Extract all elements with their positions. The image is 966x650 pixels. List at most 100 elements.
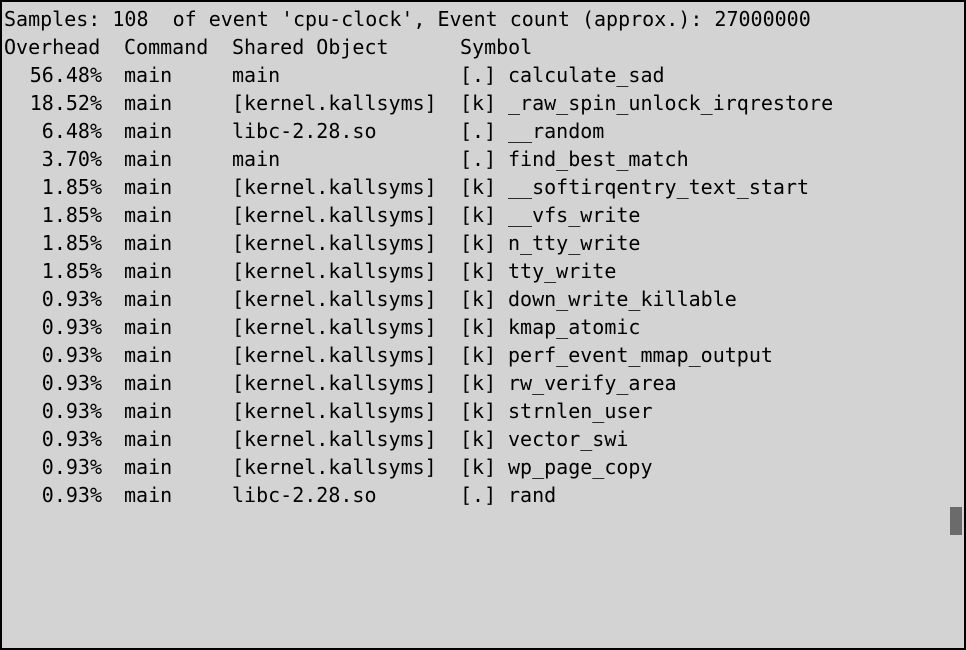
command-cell: main bbox=[124, 483, 173, 507]
overhead-cell: 0.93% bbox=[41, 399, 102, 423]
table-row[interactable]: 0.93% main [kernel.kallsyms] [k] down_write_… bbox=[4, 285, 954, 313]
command-cell: main bbox=[124, 343, 173, 367]
table-row[interactable]: 18.52% main [kernel.kallsyms] [k] _raw_spin_… bbox=[4, 89, 954, 117]
command-cell: main bbox=[124, 287, 173, 311]
shared-object-cell: libc-2.28.so bbox=[232, 483, 377, 507]
symbol-cell: _raw_spin_unlock_irqrestore bbox=[508, 91, 834, 115]
shared-object-cell: main bbox=[232, 147, 281, 171]
command-cell: main bbox=[124, 399, 173, 423]
symbol-cell: down_write_killable bbox=[508, 287, 737, 311]
shared-object-cell: [kernel.kallsyms] bbox=[232, 231, 437, 255]
symbol-type-cell: [k] bbox=[460, 231, 497, 255]
symbol-type-cell: [.] bbox=[460, 147, 497, 171]
table-row[interactable]: 1.85% main [kernel.kallsyms] [k] tty_write bbox=[4, 257, 954, 285]
symbol-cell: vector_swi bbox=[508, 427, 629, 451]
shared-object-cell: [kernel.kallsyms] bbox=[232, 203, 437, 227]
header-command: Command bbox=[124, 35, 209, 59]
symbol-type-cell: [k] bbox=[460, 371, 497, 395]
table-row[interactable]: 0.93% main libc-2.28.so [.] rand bbox=[4, 481, 954, 509]
symbol-type-cell: [k] bbox=[460, 203, 497, 227]
symbol-cell: wp_page_copy bbox=[508, 455, 653, 479]
table-row[interactable]: 1.85% main [kernel.kallsyms] [k] n_tty_write bbox=[4, 229, 954, 257]
table-row[interactable]: 0.93% main [kernel.kallsyms] [k] vector_swi bbox=[4, 425, 954, 453]
table-row[interactable]: 0.93% main [kernel.kallsyms] [k] strnlen_use… bbox=[4, 397, 954, 425]
symbol-type-cell: [.] bbox=[460, 63, 497, 87]
symbol-cell: rw_verify_area bbox=[508, 371, 677, 395]
overhead-cell: 1.85% bbox=[41, 175, 102, 199]
symbol-cell: n_tty_write bbox=[508, 231, 641, 255]
symbol-cell: __vfs_write bbox=[508, 203, 641, 227]
header-shared-object: Shared Object bbox=[232, 35, 389, 59]
overhead-cell: 6.48% bbox=[41, 119, 102, 143]
command-cell: main bbox=[124, 231, 173, 255]
symbol-type-cell: [k] bbox=[460, 91, 497, 115]
shared-object-cell: [kernel.kallsyms] bbox=[232, 399, 437, 423]
symbol-cell: calculate_sad bbox=[508, 63, 665, 87]
table-row[interactable]: 0.93% main [kernel.kallsyms] [k] wp_page_cop… bbox=[4, 453, 954, 481]
shared-object-cell: [kernel.kallsyms] bbox=[232, 91, 437, 115]
symbol-type-cell: [k] bbox=[460, 343, 497, 367]
symbol-cell: kmap_atomic bbox=[508, 315, 641, 339]
command-cell: main bbox=[124, 147, 173, 171]
overhead-cell: 0.93% bbox=[41, 315, 102, 339]
command-cell: main bbox=[124, 455, 173, 479]
command-cell: main bbox=[124, 119, 173, 143]
shared-object-cell: [kernel.kallsyms] bbox=[232, 343, 437, 367]
overhead-cell: 0.93% bbox=[41, 371, 102, 395]
table-row[interactable]: 1.85% main [kernel.kallsyms] [k] __softirqen… bbox=[4, 173, 954, 201]
command-cell: main bbox=[124, 427, 173, 451]
terminal-window[interactable]: Samples: 108 of event 'cpu-clock', Event… bbox=[0, 0, 966, 650]
overhead-cell: 56.48% bbox=[29, 63, 102, 87]
command-cell: main bbox=[124, 91, 173, 115]
symbol-type-cell: [k] bbox=[460, 455, 497, 479]
symbol-type-cell: [k] bbox=[460, 175, 497, 199]
column-header-row: Overhead Command Shared Object Symbol bbox=[4, 33, 954, 61]
symbol-type-cell: [.] bbox=[460, 119, 497, 143]
table-row[interactable]: 1.85% main [kernel.kallsyms] [k] __vfs_write bbox=[4, 201, 954, 229]
command-cell: main bbox=[124, 371, 173, 395]
overhead-cell: 0.93% bbox=[41, 455, 102, 479]
shared-object-cell: [kernel.kallsyms] bbox=[232, 455, 437, 479]
shared-object-cell: libc-2.28.so bbox=[232, 119, 377, 143]
symbol-cell: strnlen_user bbox=[508, 399, 653, 423]
command-cell: main bbox=[124, 315, 173, 339]
table-row[interactable]: 3.70% main main [.] find_best_match bbox=[4, 145, 954, 173]
overhead-cell: 0.93% bbox=[41, 287, 102, 311]
symbol-cell: perf_event_mmap_output bbox=[508, 343, 773, 367]
symbol-type-cell: [k] bbox=[460, 427, 497, 451]
shared-object-cell: [kernel.kallsyms] bbox=[232, 315, 437, 339]
shared-object-cell: main bbox=[232, 63, 281, 87]
header-overhead: Overhead bbox=[4, 35, 101, 59]
symbol-cell: tty_write bbox=[508, 259, 617, 283]
table-row[interactable]: 6.48% main libc-2.28.so [.] __random bbox=[4, 117, 954, 145]
overhead-cell: 1.85% bbox=[41, 203, 102, 227]
overhead-cell: 1.85% bbox=[41, 259, 102, 283]
symbol-type-cell: [k] bbox=[460, 287, 497, 311]
overhead-cell: 18.52% bbox=[29, 91, 102, 115]
overhead-cell: 3.70% bbox=[41, 147, 102, 171]
overhead-cell: 0.93% bbox=[41, 343, 102, 367]
symbol-cell: __softirqentry_text_start bbox=[508, 175, 810, 199]
overhead-cell: 0.93% bbox=[41, 427, 102, 451]
symbol-type-cell: [k] bbox=[460, 259, 497, 283]
command-cell: main bbox=[124, 203, 173, 227]
symbol-cell: find_best_match bbox=[508, 147, 689, 171]
symbol-type-cell: [k] bbox=[460, 399, 497, 423]
table-row[interactable]: 0.93% main [kernel.kallsyms] [k] perf_event_… bbox=[4, 341, 954, 369]
perf-summary-line: Samples: 108 of event 'cpu-clock', Event… bbox=[4, 7, 811, 31]
table-row[interactable]: 0.93% main [kernel.kallsyms] [k] rw_verify_a… bbox=[4, 369, 954, 397]
symbol-type-cell: [k] bbox=[460, 315, 497, 339]
header-symbol: Symbol bbox=[460, 35, 533, 59]
shared-object-cell: [kernel.kallsyms] bbox=[232, 259, 437, 283]
symbol-cell: rand bbox=[508, 483, 557, 507]
table-row[interactable]: 0.93% main [kernel.kallsyms] [k] kmap_atomic bbox=[4, 313, 954, 341]
symbol-cell: __random bbox=[508, 119, 605, 143]
command-cell: main bbox=[124, 63, 173, 87]
command-cell: main bbox=[124, 259, 173, 283]
table-row[interactable]: 56.48% main main [.] calculate_sad bbox=[4, 61, 954, 89]
overhead-cell: 0.93% bbox=[41, 483, 102, 507]
shared-object-cell: [kernel.kallsyms] bbox=[232, 175, 437, 199]
command-cell: main bbox=[124, 175, 173, 199]
shared-object-cell: [kernel.kallsyms] bbox=[232, 371, 437, 395]
overhead-cell: 1.85% bbox=[41, 231, 102, 255]
